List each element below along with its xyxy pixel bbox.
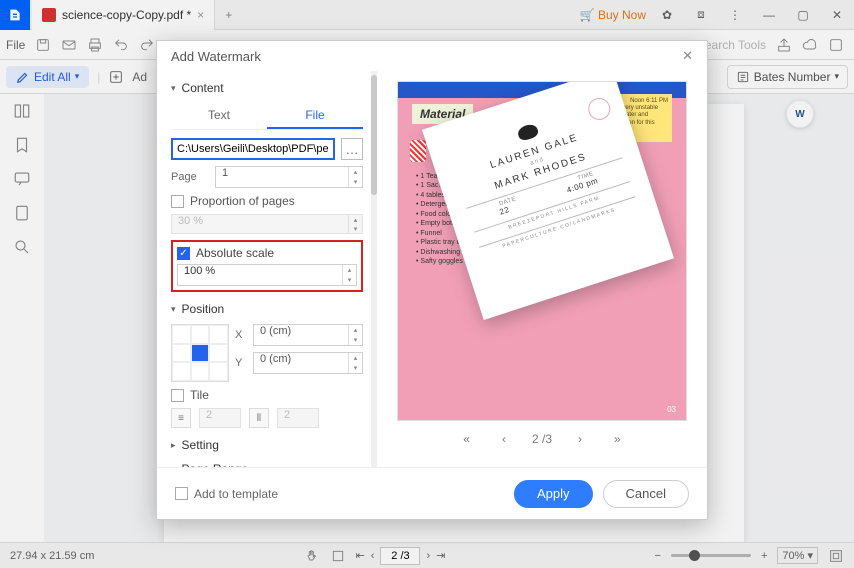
y-offset-input[interactable]: 0 (cm)▴▾ — [253, 352, 363, 374]
spinner-icon: ▴▾ — [348, 215, 362, 233]
add-to-template-option[interactable]: Add to template — [175, 487, 278, 501]
section-position[interactable]: ▾Position — [171, 302, 363, 316]
anchor-center[interactable] — [191, 344, 210, 363]
tile-rows-icon: ≡ — [171, 408, 191, 428]
modal-overlay: Add Watermark ✕ ▾Content Text File … Pag… — [0, 0, 854, 568]
add-watermark-dialog: Add Watermark ✕ ▾Content Text File … Pag… — [156, 40, 708, 520]
preview-pane: Material Noon 6:11 PM Some molecules are… — [377, 71, 707, 467]
apply-button[interactable]: Apply — [514, 480, 593, 508]
spinner-icon[interactable]: ▴▾ — [348, 353, 362, 373]
page-label: Page — [171, 171, 209, 183]
preview-page-label: 2 /3 — [532, 432, 552, 446]
tab-text[interactable]: Text — [171, 103, 267, 129]
preview-next-button[interactable]: › — [572, 429, 588, 449]
spinner-icon[interactable]: ▴▾ — [342, 265, 356, 285]
tile-checkbox[interactable] — [171, 389, 184, 402]
proportion-checkbox[interactable] — [171, 195, 184, 208]
caret-right-icon: ▸ — [171, 464, 176, 468]
caret-down-icon: ▾ — [171, 83, 176, 94]
section-setting[interactable]: ▸Setting — [171, 438, 363, 452]
dialog-header: Add Watermark ✕ — [157, 41, 707, 71]
stamp-icon — [585, 95, 613, 123]
proportion-input: 30 %▴▾ — [171, 214, 363, 234]
tile-rows-input: 2 — [199, 408, 241, 428]
absolute-scale-checkbox[interactable]: ✓ — [177, 247, 190, 260]
close-dialog-button[interactable]: ✕ — [682, 48, 693, 64]
tab-file[interactable]: File — [267, 103, 363, 129]
preview-image-item — [410, 140, 426, 162]
x-offset-input[interactable]: 0 (cm)▴▾ — [253, 324, 363, 346]
y-label: Y — [235, 357, 247, 369]
form-pane: ▾Content Text File … Page 1▴▾ Proportion… — [157, 71, 377, 467]
tile-cols-input: 2 — [277, 408, 319, 428]
scrollbar-thumb[interactable] — [371, 75, 377, 195]
spinner-icon[interactable]: ▴▾ — [348, 167, 362, 187]
preview-page-number: 03 — [667, 405, 676, 414]
absolute-scale-highlight: ✓ Absolute scale 100 %▴▾ — [171, 240, 363, 292]
section-page-range[interactable]: ▸Page Range — [171, 462, 363, 467]
file-path-input[interactable] — [171, 138, 335, 160]
dialog-title: Add Watermark — [171, 49, 261, 64]
caret-right-icon: ▸ — [171, 440, 176, 451]
absolute-scale-label: Absolute scale — [196, 246, 274, 260]
caret-down-icon: ▾ — [171, 304, 176, 315]
preview-page: Material Noon 6:11 PM Some molecules are… — [397, 81, 687, 421]
add-template-label: Add to template — [194, 487, 278, 501]
content-tabs: Text File — [171, 103, 363, 130]
cancel-button[interactable]: Cancel — [603, 480, 689, 508]
section-content[interactable]: ▾Content — [171, 81, 363, 95]
x-label: X — [235, 329, 247, 341]
position-anchor-grid[interactable] — [171, 324, 229, 382]
blot-icon — [516, 122, 539, 141]
preview-navigation: « ‹ 2 /3 › » — [397, 421, 687, 457]
add-template-checkbox[interactable] — [175, 487, 188, 500]
preview-prev-button[interactable]: ‹ — [496, 429, 512, 449]
preview-first-button[interactable]: « — [457, 429, 476, 449]
absolute-scale-input[interactable]: 100 %▴▾ — [177, 264, 357, 286]
spinner-icon[interactable]: ▴▾ — [348, 325, 362, 345]
dialog-footer: Add to template Apply Cancel — [157, 467, 707, 519]
page-input[interactable]: 1▴▾ — [215, 166, 363, 188]
tile-label: Tile — [190, 388, 209, 402]
proportion-label: Proportion of pages — [190, 194, 295, 208]
tile-cols-icon: ⦀ — [249, 408, 269, 428]
browse-button[interactable]: … — [341, 138, 363, 160]
preview-last-button[interactable]: » — [608, 429, 627, 449]
